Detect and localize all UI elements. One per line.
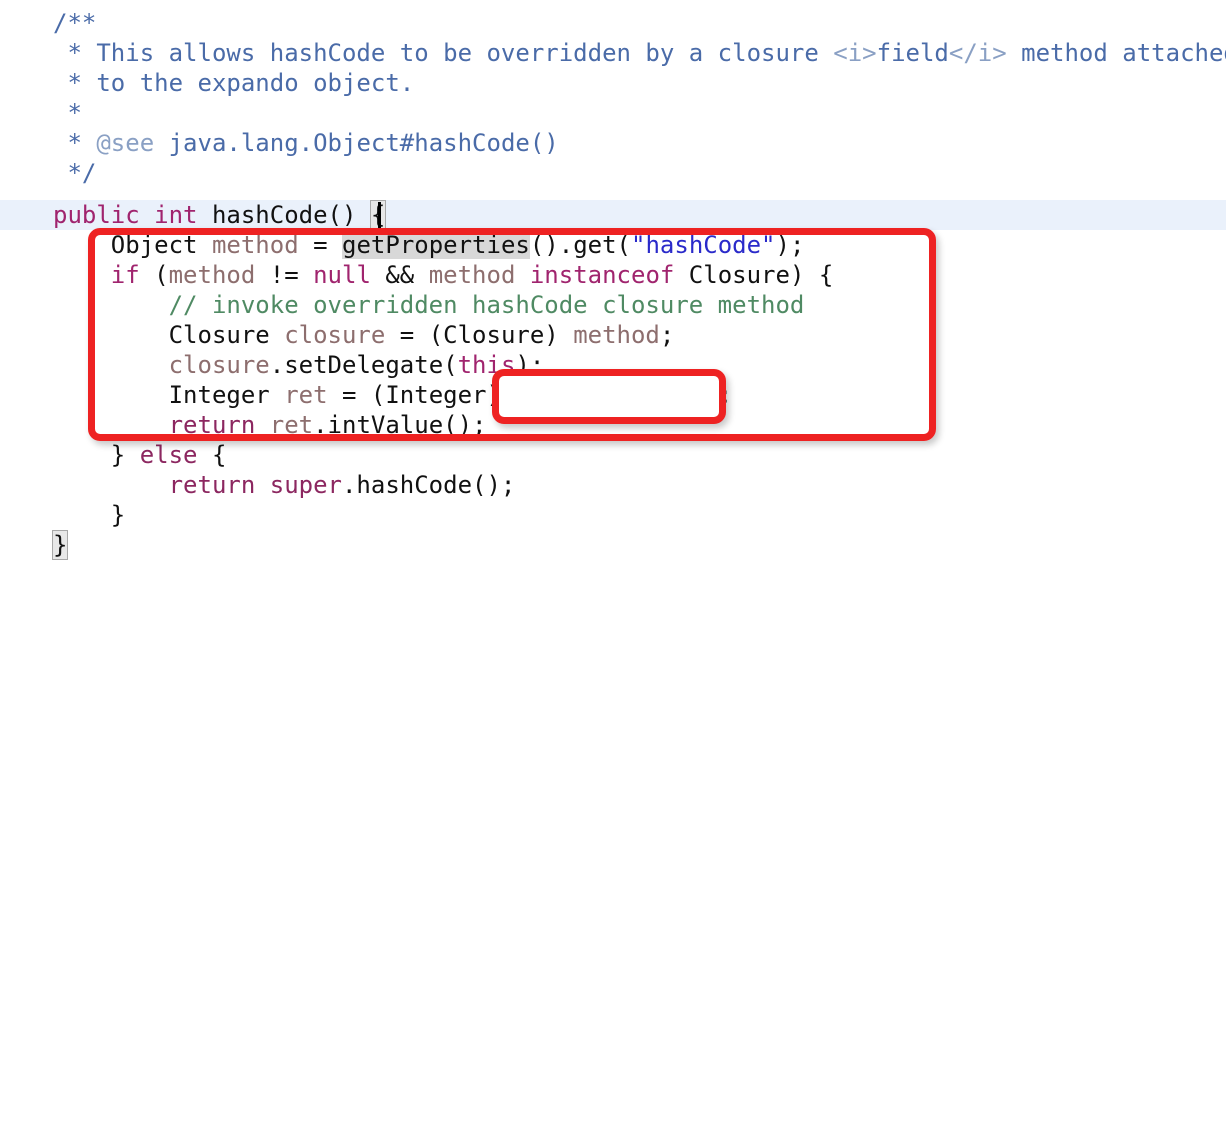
code-token-javadoc: * to the expando object. <box>53 69 415 97</box>
code-line-10[interactable]: // invoke overridden hashCode closure me… <box>53 290 805 320</box>
code-token-type: Object <box>53 231 212 259</box>
code-line-7[interactable]: public int hashCode() { <box>53 200 387 230</box>
code-token-punct: } <box>53 441 140 469</box>
code-token-keyword: if <box>110 261 140 289</box>
code-token-cast: = (Closure) <box>385 321 574 349</box>
code-token-indent <box>53 261 111 289</box>
code-line-13[interactable]: Integer ret = (Integer) closure.call(); <box>53 380 733 410</box>
code-token-type: Closure <box>53 321 285 349</box>
code-token-cast: = (Integer) <box>327 381 516 409</box>
code-token-variable: method <box>168 261 256 289</box>
code-line-5[interactable]: * @see java.lang.Object#hashCode() <box>53 128 559 158</box>
code-line-6[interactable]: */ <box>53 158 96 188</box>
code-line-15[interactable]: } else { <box>53 440 227 470</box>
code-token-punct: { <box>197 441 227 469</box>
code-token-keyword: return <box>168 411 256 439</box>
code-line-18[interactable]: } <box>51 530 69 560</box>
code-token-javadoc: /** <box>53 9 97 37</box>
code-token-variable: closure <box>168 351 270 379</box>
code-editor[interactable]: /** * This allows hashCode to be overrid… <box>0 0 1226 566</box>
code-token-identifier-highlight: getProperties <box>342 231 530 259</box>
code-line-16[interactable]: return super.hashCode(); <box>53 470 516 500</box>
code-token-type: Integer <box>53 381 285 409</box>
code-text-layer: /** * This allows hashCode to be overrid… <box>0 0 1226 1132</box>
code-token-javadoc: * This allows hashCode to be overridden … <box>53 39 834 67</box>
code-token-call: .hashCode(); <box>341 471 516 499</box>
code-token-punct: ; <box>659 321 675 349</box>
code-token-keyword: return super <box>168 471 342 499</box>
code-token-brace-match-close: } <box>51 530 69 560</box>
code-line-14[interactable]: return ret.intValue(); <box>53 410 487 440</box>
code-token-variable: method <box>428 261 530 289</box>
code-line-4[interactable]: * <box>53 98 82 128</box>
code-line-3[interactable]: * to the expando object. <box>53 68 414 98</box>
code-token-javadoc: */ <box>53 159 97 187</box>
code-token-keyword: instanceof <box>529 261 675 289</box>
code-token-indent <box>53 471 169 499</box>
code-line-11[interactable]: Closure closure = (Closure) method; <box>53 320 675 350</box>
code-token-variable: method <box>573 321 660 349</box>
code-token-string: "hashCode" <box>631 231 776 259</box>
code-token-operator: != <box>255 261 314 289</box>
code-token-variable: method <box>211 231 299 259</box>
code-token-keyword: else <box>139 441 198 469</box>
code-token-punct: ( <box>139 261 169 289</box>
code-token-call: .setDelegate( <box>269 351 458 379</box>
code-token-javadoc: field <box>876 39 949 67</box>
code-token-javadoc: * <box>53 99 82 127</box>
code-token-indent <box>53 411 169 439</box>
code-token-punct: ); <box>775 231 805 259</box>
code-token-keyword: this <box>457 351 516 379</box>
text-caret <box>378 202 381 228</box>
code-token-javadoc-reference: java.lang.Object#hashCode() <box>154 129 559 157</box>
code-token-variable: closure <box>515 381 617 409</box>
code-token-javadoc-tag: @see <box>96 129 155 157</box>
code-token-keyword: public int <box>53 201 198 229</box>
code-token-call: .call(); <box>616 381 733 409</box>
code-token-variable: closure <box>284 321 386 349</box>
code-token-call: .intValue(); <box>313 411 487 439</box>
code-token-variable: ret <box>269 411 314 439</box>
code-token-javadoc: method attached <box>1006 39 1226 67</box>
code-token-call: ().get( <box>529 231 632 259</box>
code-token-punct: ); <box>515 351 545 379</box>
code-token-keyword: null <box>313 261 371 289</box>
code-token-javadoc-tag: <i> <box>833 39 877 67</box>
code-token-variable: ret <box>284 381 328 409</box>
code-line-8[interactable]: Object method = getProperties().get("has… <box>53 230 804 260</box>
code-line-1[interactable]: /** <box>53 8 96 38</box>
code-token-comment: // invoke overridden hashCode closure me… <box>168 291 805 319</box>
code-token-javadoc: * <box>53 129 97 157</box>
code-token-javadoc-tag: </i> <box>948 39 1007 67</box>
code-token-operator: = <box>298 231 343 259</box>
code-line-2[interactable]: * This allows hashCode to be overridden … <box>53 38 1226 68</box>
code-line-9[interactable]: if (method != null && method instanceof … <box>53 260 834 290</box>
code-line-12[interactable]: closure.setDelegate(this); <box>53 350 545 380</box>
code-token-indent <box>53 351 169 379</box>
code-token-operator: && <box>370 261 429 289</box>
code-token-punct: } <box>53 501 126 529</box>
code-token-method-name: hashCode() <box>197 201 371 229</box>
code-line-17[interactable]: } <box>53 500 125 530</box>
code-token-type: Closure) { <box>674 261 834 289</box>
code-token-indent <box>53 291 169 319</box>
